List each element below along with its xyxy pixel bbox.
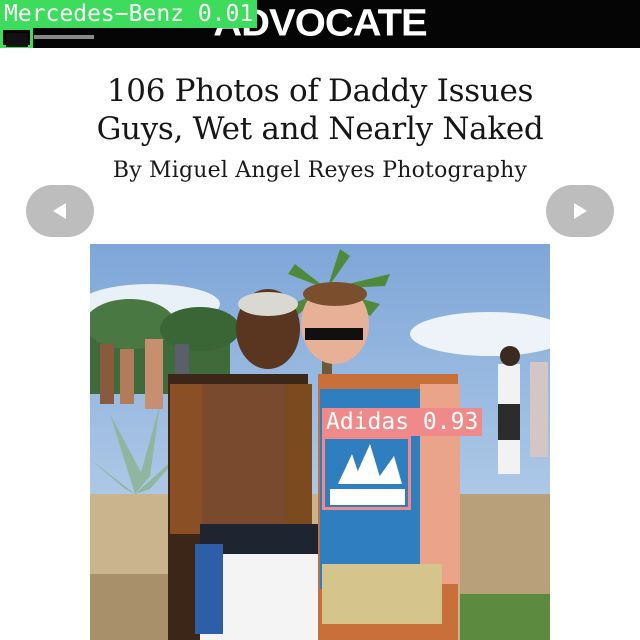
gallery-photo-image [90,244,550,640]
article-title: 106 Photos of Daddy Issues Guys, Wet and… [20,72,620,148]
triangle-right-icon [574,203,587,219]
article-byline: By Miguel Angel Reyes Photography [112,158,528,183]
article-title-line-1: 106 Photos of Daddy Issues [106,73,534,109]
detection-label-mercedes-benz: Mercedes−Benz 0.01 [0,0,258,28]
gallery-next-button[interactable] [546,185,614,237]
triangle-left-icon [53,203,66,219]
page: ADVOCATE 106 Photos of Daddy Issues Guys… [0,0,640,640]
menu-icon-line [34,35,94,39]
detection-box-adidas [322,436,411,510]
article-title-line-2: Guys, Wet and Nearly Naked [96,111,544,147]
detection-box-mercedes-benz [0,27,33,48]
gallery-photo[interactable] [90,244,550,640]
detection-label-adidas: Adidas 0.93 [322,408,483,436]
gallery-prev-button[interactable] [26,185,94,237]
